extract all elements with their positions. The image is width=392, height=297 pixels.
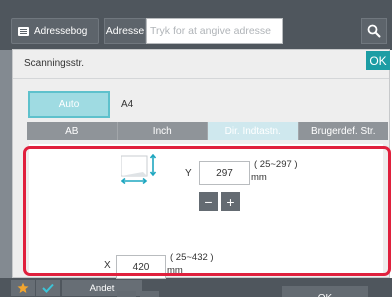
ok-button-top[interactable]: OK	[366, 51, 390, 70]
highlight-frame	[23, 146, 391, 276]
tab-inch[interactable]: Inch	[118, 122, 208, 140]
search-icon	[367, 24, 381, 38]
addressbook-icon	[18, 26, 29, 36]
x-increase-button[interactable]: +	[140, 291, 159, 297]
ok-button[interactable]: OK	[282, 286, 368, 297]
tab-direct-entry[interactable]: Dir. Indtastn.	[208, 122, 299, 140]
auto-size-value: A4	[121, 99, 134, 110]
background-strip	[0, 50, 12, 280]
divider	[13, 78, 389, 79]
dialog-title: Scanningsstr.	[24, 58, 85, 69]
auto-button[interactable]: Auto	[28, 91, 110, 118]
x-decrease-button[interactable]: −	[117, 291, 136, 297]
search-button[interactable]	[361, 18, 387, 44]
favorite-button[interactable]	[11, 280, 35, 296]
addressbook-button[interactable]: Adressebog	[11, 18, 99, 44]
screen: Adressebog Adresse Tryk for at angive ad…	[0, 0, 392, 297]
check-button[interactable]	[36, 280, 60, 296]
check-icon	[42, 283, 54, 293]
addressbook-label: Adressebog	[34, 25, 88, 37]
address-tab[interactable]: Adresse	[104, 18, 146, 44]
size-tabs: AB Inch Dir. Indtastn. Brugerdef. Str.	[27, 122, 388, 140]
address-input[interactable]: Tryk for at angive adresse	[146, 18, 283, 44]
star-icon	[17, 282, 29, 293]
tab-ab[interactable]: AB	[27, 122, 118, 140]
tab-custom-size[interactable]: Brugerdef. Str.	[299, 122, 389, 140]
